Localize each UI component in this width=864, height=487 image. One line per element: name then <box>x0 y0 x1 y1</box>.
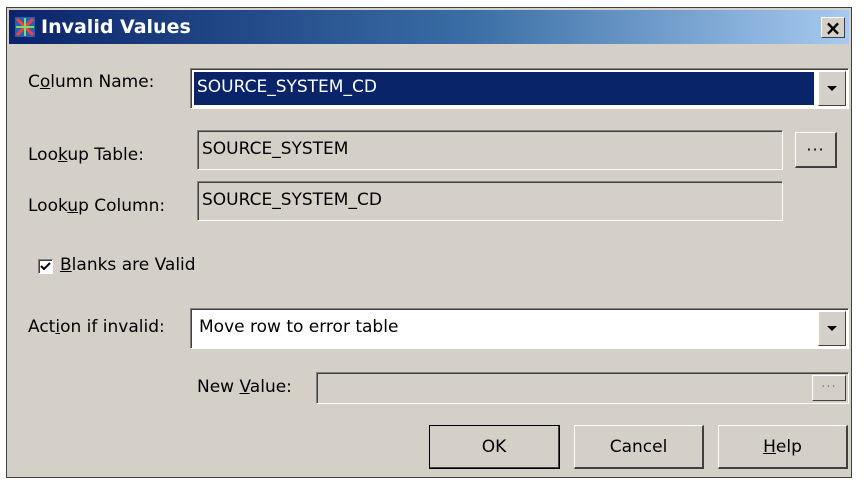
column-name-label: Column Name: <box>28 72 155 92</box>
help-button-label: Help <box>763 436 802 457</box>
new-value-label: New Value: <box>197 377 292 397</box>
sas-app-icon <box>15 17 35 37</box>
close-button[interactable]: × <box>821 17 845 38</box>
cancel-button[interactable]: Cancel <box>574 425 704 469</box>
action-if-invalid-select[interactable]: Move row to error table <box>190 308 849 349</box>
lookup-column-label: Lookup Column: <box>28 196 166 216</box>
action-if-invalid-dropdown-button[interactable] <box>818 311 846 346</box>
chevron-down-icon <box>827 86 837 91</box>
checkmark-icon <box>40 262 51 271</box>
blanks-valid-label[interactable]: Blanks are Valid <box>60 255 196 275</box>
new-value-browse-button: ··· <box>812 375 846 401</box>
lookup-table-label: Lookup Table: <box>28 145 144 165</box>
invalid-values-dialog: Invalid Values × Column Name: SOURCE_SYS… <box>6 7 852 478</box>
ok-button[interactable]: OK <box>429 425 560 469</box>
lookup-table-field: SOURCE_SYSTEM <box>197 130 783 170</box>
lookup-table-browse-button[interactable]: ··· <box>795 132 837 168</box>
cancel-button-label: Cancel <box>609 436 668 457</box>
close-icon: × <box>824 15 842 40</box>
lookup-table-value: SOURCE_SYSTEM <box>202 139 349 159</box>
action-if-invalid-label: Action if invalid: <box>28 317 165 337</box>
ellipsis-icon: ··· <box>806 140 825 159</box>
chevron-down-icon <box>827 326 837 331</box>
lookup-column-field: SOURCE_SYSTEM_CD <box>197 181 783 221</box>
lookup-column-value: SOURCE_SYSTEM_CD <box>202 190 382 210</box>
title-bar[interactable]: Invalid Values × <box>9 10 849 44</box>
window-title: Invalid Values <box>41 16 191 38</box>
blanks-valid-checkbox[interactable] <box>38 259 53 274</box>
column-name-select[interactable]: SOURCE_SYSTEM_CD <box>190 68 849 109</box>
ellipsis-icon: ··· <box>821 380 837 395</box>
new-value-field: ··· <box>316 372 849 404</box>
column-name-dropdown-button[interactable] <box>818 71 846 106</box>
action-if-invalid-value: Move row to error table <box>199 317 399 337</box>
ok-button-label: OK <box>481 436 507 457</box>
column-name-selected-value: SOURCE_SYSTEM_CD <box>194 72 814 105</box>
help-button[interactable]: Help <box>718 425 848 469</box>
